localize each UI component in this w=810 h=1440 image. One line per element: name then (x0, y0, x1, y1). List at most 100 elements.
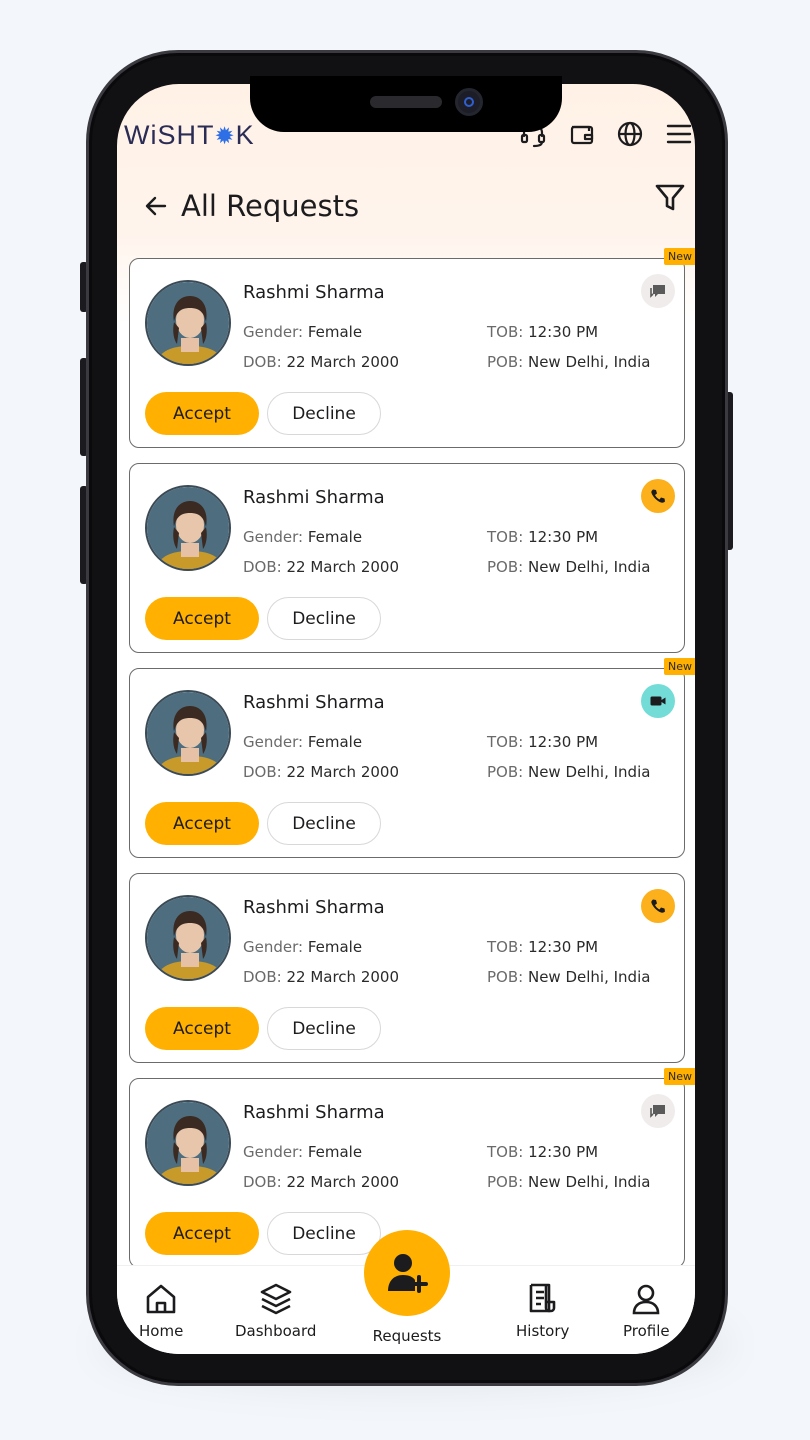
tob-field: TOB: 12:30 PM (487, 938, 598, 956)
gender-field: Gender: Female (243, 938, 362, 956)
requester-name: Rashmi Sharma (243, 692, 385, 713)
dob-field: DOB: 22 March 2000 (243, 763, 399, 781)
requester-name: Rashmi Sharma (243, 1102, 385, 1123)
avatar (145, 1100, 231, 1186)
app-logo[interactable]: WiSHT✹K (124, 120, 255, 151)
request-card: Rashmi Sharma Gender: Female TOB: 12:30 … (129, 248, 695, 448)
wallet-icon[interactable] (568, 120, 596, 148)
request-type-badge[interactable] (641, 889, 675, 923)
filter-icon[interactable] (654, 182, 686, 214)
dob-value: 22 March 2000 (286, 763, 400, 781)
dob-value: 22 March 2000 (286, 1173, 400, 1191)
pob-field: POB: New Delhi, India (487, 353, 650, 371)
pob-label: POB: (487, 1173, 528, 1191)
accept-button[interactable]: Accept (145, 597, 259, 640)
nav-profile-label: Profile (623, 1322, 670, 1340)
phone-call-icon (651, 489, 665, 503)
history-document-icon (529, 1283, 555, 1313)
tob-field: TOB: 12:30 PM (487, 733, 598, 751)
pob-field: POB: New Delhi, India (487, 968, 650, 986)
requester-name: Rashmi Sharma (243, 487, 385, 508)
phone-call-icon (651, 899, 665, 913)
tob-label: TOB: (487, 733, 529, 751)
video-call-icon (650, 696, 666, 706)
dob-field: DOB: 22 March 2000 (243, 1173, 399, 1191)
requester-name: Rashmi Sharma (243, 897, 385, 918)
tob-value: 12:30 PM (528, 733, 599, 751)
dob-field: DOB: 22 March 2000 (243, 353, 399, 371)
accept-button[interactable]: Accept (145, 802, 259, 845)
gender-field: Gender: Female (243, 528, 362, 546)
decline-button[interactable]: Decline (267, 1212, 381, 1255)
decline-button[interactable]: Decline (267, 392, 381, 435)
gender-value: Female (307, 323, 363, 341)
request-type-badge[interactable] (641, 1094, 675, 1128)
request-type-badge[interactable] (641, 479, 675, 513)
chat-icon (650, 1105, 665, 1118)
nav-requests-label[interactable]: Requests (363, 1327, 451, 1345)
user-photo (147, 1102, 229, 1184)
notch-speaker (370, 96, 442, 108)
dob-label: DOB: (243, 558, 287, 576)
app-screen: WiSHT✹K All Requests Rashmi Sharma Gende… (117, 84, 695, 1354)
user-photo (147, 282, 229, 364)
avatar (145, 690, 231, 776)
pob-field: POB: New Delhi, India (487, 558, 650, 576)
dob-label: DOB: (243, 1173, 287, 1191)
pob-value: New Delhi, India (527, 1173, 651, 1191)
gender-value: Female (307, 528, 363, 546)
phone-notch (250, 76, 562, 132)
tob-field: TOB: 12:30 PM (487, 528, 598, 546)
nav-dashboard[interactable]: Dashboard (235, 1282, 316, 1340)
tob-label: TOB: (487, 528, 529, 546)
pob-value: New Delhi, India (527, 558, 651, 576)
dob-value: 22 March 2000 (286, 558, 400, 576)
accept-button[interactable]: Accept (145, 1007, 259, 1050)
tob-label: TOB: (487, 938, 529, 956)
requests-fab-button[interactable] (364, 1230, 450, 1316)
tob-label: TOB: (487, 323, 529, 341)
new-badge: New (664, 1068, 695, 1085)
nav-home[interactable]: Home (139, 1282, 183, 1340)
request-list: Rashmi Sharma Gender: Female TOB: 12:30 … (129, 248, 695, 1283)
decline-button[interactable]: Decline (267, 597, 381, 640)
tob-value: 12:30 PM (528, 1143, 599, 1161)
nav-history[interactable]: History (516, 1282, 569, 1340)
nav-profile[interactable]: Profile (623, 1282, 670, 1340)
gender-field: Gender: Female (243, 733, 362, 751)
gender-field: Gender: Female (243, 1143, 362, 1161)
front-camera (455, 88, 483, 116)
pob-label: POB: (487, 558, 528, 576)
pob-label: POB: (487, 353, 528, 371)
accept-button[interactable]: Accept (145, 392, 259, 435)
logo-sun-icon: ✹ (214, 123, 236, 150)
globe-icon[interactable] (616, 120, 644, 148)
back-arrow-icon[interactable] (143, 193, 169, 219)
dob-value: 22 March 2000 (286, 353, 400, 371)
gender-label: Gender: (243, 938, 308, 956)
decline-button[interactable]: Decline (267, 802, 381, 845)
tob-value: 12:30 PM (528, 528, 599, 546)
avatar (145, 895, 231, 981)
page-header: All Requests (143, 184, 359, 228)
new-badge: New (664, 248, 695, 265)
dob-label: DOB: (243, 763, 287, 781)
dob-value: 22 March 2000 (286, 968, 400, 986)
request-type-badge[interactable] (641, 274, 675, 308)
nav-history-label: History (516, 1322, 570, 1340)
request-card: Rashmi Sharma Gender: Female TOB: 12:30 … (129, 873, 685, 1063)
decline-button[interactable]: Decline (267, 1007, 381, 1050)
accept-button[interactable]: Accept (145, 1212, 259, 1255)
gender-field: Gender: Female (243, 323, 362, 341)
request-type-badge[interactable] (641, 684, 675, 718)
tob-field: TOB: 12:30 PM (487, 323, 598, 341)
hamburger-menu-icon[interactable] (665, 120, 693, 148)
request-card: Rashmi Sharma Gender: Female TOB: 12:30 … (129, 463, 685, 653)
new-badge: New (664, 658, 695, 675)
tob-field: TOB: 12:30 PM (487, 1143, 598, 1161)
add-user-icon (388, 1254, 428, 1293)
home-icon (146, 1284, 176, 1314)
dob-label: DOB: (243, 968, 287, 986)
gender-label: Gender: (243, 528, 308, 546)
user-photo (147, 692, 229, 774)
